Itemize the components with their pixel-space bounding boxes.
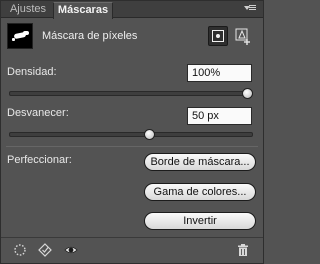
feather-label: Desvanecer: [7,107,69,119]
feather-slider-thumb[interactable] [144,129,156,140]
pixel-mask-button[interactable] [208,26,228,46]
menu-lines-icon [249,5,256,6]
invert-button[interactable]: Invertir [144,212,256,230]
apply-mask-icon[interactable] [38,243,52,257]
feather-field[interactable]: 50 px [187,107,252,125]
chevron-down-icon [244,6,250,10]
refine-label: Perfeccionar: [7,154,72,166]
panel-menu-icon[interactable] [244,3,258,15]
mask-thumbnail[interactable] [7,23,33,49]
mask-type-title: Máscara de píxeles [42,30,138,42]
tab-adjustments[interactable]: Ajustes [3,2,53,18]
load-selection-icon[interactable] [13,243,27,257]
vector-mask-icon [235,28,250,45]
pixel-mask-icon [212,30,224,42]
tab-masks[interactable]: Máscaras [53,2,113,19]
vector-mask-button[interactable] [233,26,253,46]
divider [6,146,258,147]
mask-edge-button[interactable]: Borde de máscara... [144,153,256,171]
density-field[interactable]: 100% [187,64,252,82]
tab-bar: Ajustes Máscaras [1,1,263,19]
delete-mask-icon[interactable] [236,243,250,257]
toggle-visibility-icon[interactable] [64,243,78,257]
panel-footer [1,237,263,263]
color-range-button[interactable]: Gama de colores... [144,183,256,201]
masks-panel: Ajustes Máscaras Máscara de píxeles Dens… [0,0,264,264]
density-slider-thumb[interactable] [242,88,253,99]
density-label: Densidad: [7,66,57,78]
feather-slider-track[interactable] [9,132,253,137]
density-slider-track[interactable] [9,91,253,96]
